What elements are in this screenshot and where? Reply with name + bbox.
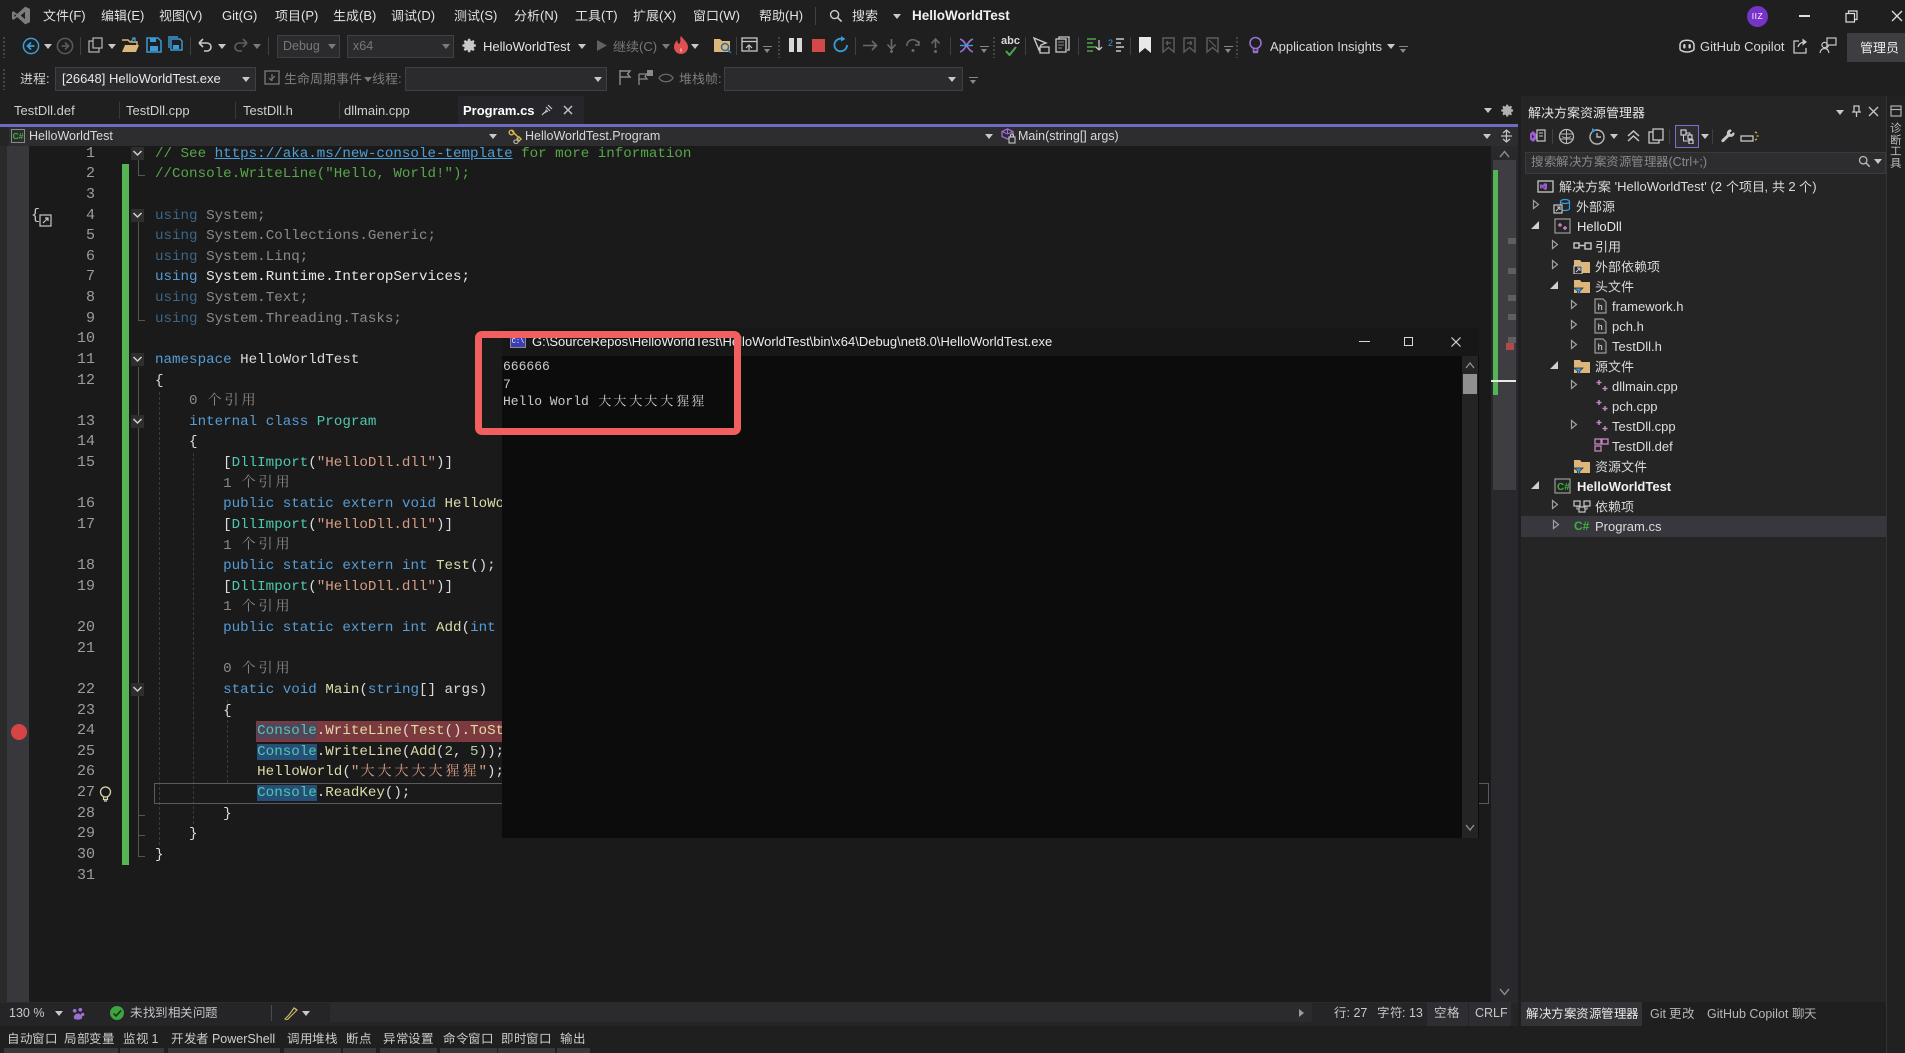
- svg-text:h: h: [1598, 303, 1603, 313]
- svg-text:2: 2: [1108, 38, 1113, 48]
- svg-text:h: h: [1598, 323, 1603, 333]
- svg-text:h: h: [1598, 343, 1603, 353]
- svg-text:C#: C#: [1557, 482, 1570, 493]
